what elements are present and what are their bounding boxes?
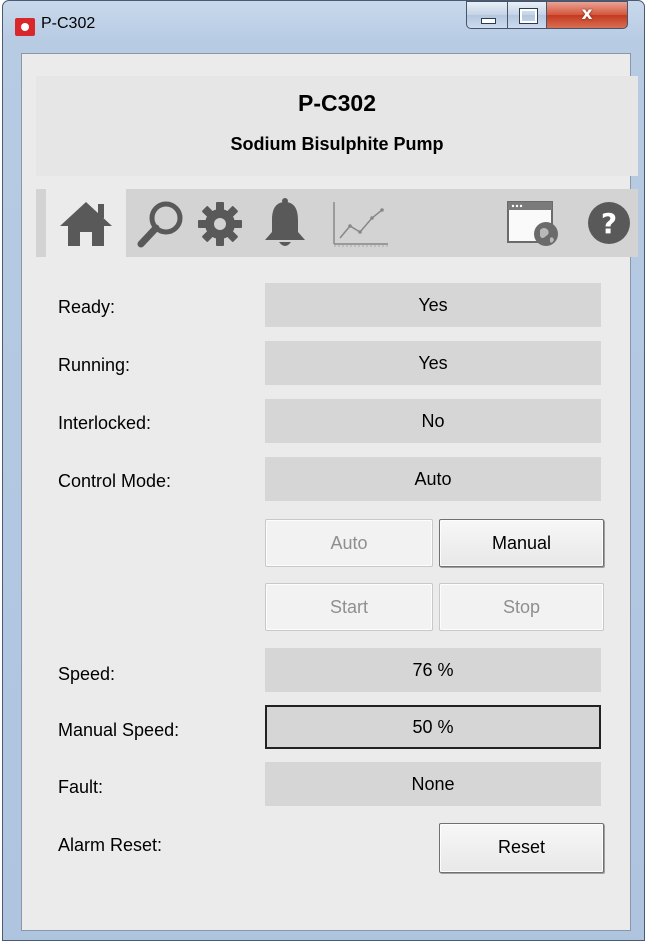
- home-icon[interactable]: [58, 198, 114, 248]
- minimize-button[interactable]: [466, 1, 508, 29]
- interlocked-label: Interlocked:: [58, 413, 152, 433]
- alarm-reset-label: Alarm Reset:: [58, 835, 163, 855]
- window-title: P-C302: [41, 15, 96, 32]
- manual-speed-label: Manual Speed:: [58, 720, 180, 740]
- close-button[interactable]: x: [546, 1, 628, 29]
- running-label: Running:: [58, 355, 131, 375]
- manual-button[interactable]: Manual: [439, 519, 604, 567]
- title-bar[interactable]: P-C302 x: [3, 1, 644, 53]
- fault-label: Fault:: [58, 777, 104, 797]
- page-subtitle: Sodium Bisulphite Pump: [230, 134, 444, 154]
- ready-label: Ready:: [58, 297, 116, 317]
- close-icon: x: [581, 4, 593, 24]
- gear-icon[interactable]: [196, 200, 244, 248]
- control-mode-label: Control Mode:: [58, 471, 172, 491]
- bell-icon[interactable]: [260, 198, 310, 250]
- reset-button[interactable]: Reset: [439, 823, 604, 873]
- page-title: P-C302: [298, 90, 376, 116]
- ready-value: Yes: [265, 283, 601, 327]
- trend-chart-icon[interactable]: [330, 198, 392, 248]
- manual-speed-input[interactable]: 50 %: [265, 705, 601, 749]
- fault-value: None: [265, 762, 601, 806]
- web-window-icon[interactable]: [506, 198, 562, 248]
- maximize-button[interactable]: [507, 1, 547, 29]
- app-icon: [15, 18, 35, 36]
- application-window: P-C302 x P-C302 Sodium Bisulphite Pump ?…: [2, 0, 645, 941]
- svg-text:?: ?: [601, 207, 617, 240]
- start-button[interactable]: Start: [265, 583, 433, 631]
- speed-value: 76 %: [265, 648, 601, 692]
- speed-label: Speed:: [58, 664, 116, 684]
- minimize-icon: [481, 18, 496, 24]
- stop-button[interactable]: Stop: [439, 583, 604, 631]
- help-icon[interactable]: ?: [586, 200, 632, 246]
- auto-button[interactable]: Auto: [265, 519, 433, 567]
- running-value: Yes: [265, 341, 601, 385]
- interlocked-value: No: [265, 399, 601, 443]
- faceplate-panel: P-C302 Sodium Bisulphite Pump ? Ready: Y…: [21, 53, 638, 931]
- maximize-icon: [519, 8, 538, 24]
- magnifier-icon[interactable]: [136, 198, 188, 250]
- control-mode-value: Auto: [265, 457, 601, 501]
